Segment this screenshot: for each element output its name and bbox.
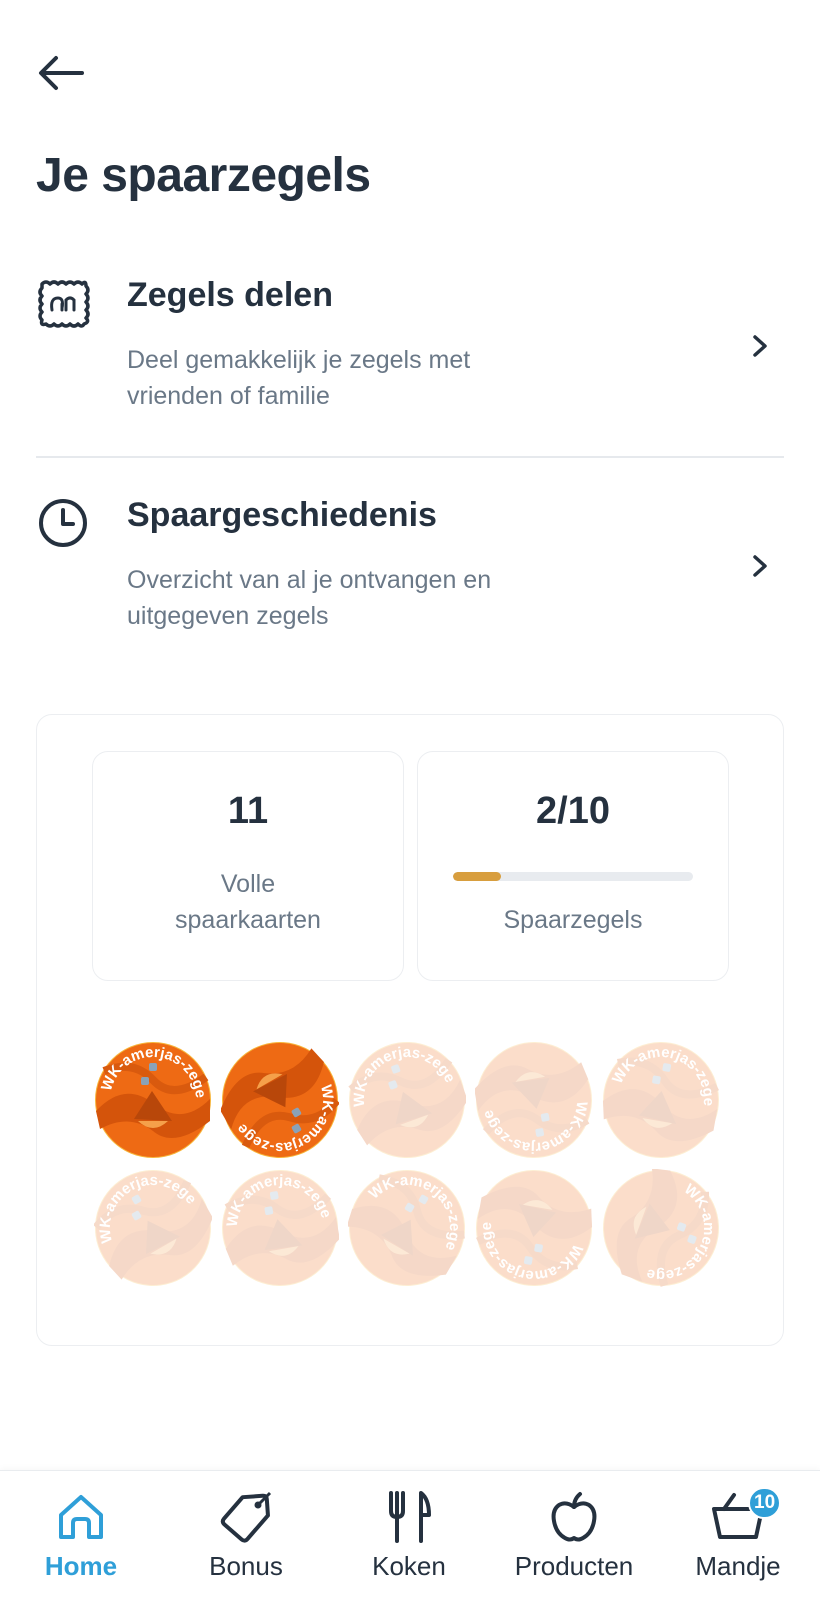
- fork-knife-icon: [389, 1491, 431, 1543]
- divider: [36, 456, 784, 458]
- stamp-empty-slot: [348, 1169, 466, 1287]
- savings-history-description: Overzicht van al je ontvangen en uitgege…: [127, 566, 492, 630]
- tab-mandje[interactable]: 10 Mandje: [658, 1487, 818, 1599]
- stamp-empty-slot: [221, 1169, 339, 1287]
- tab-bonus-label: Bonus: [209, 1551, 283, 1581]
- tag-icon: [220, 1491, 272, 1543]
- full-cards-label-line2: spaarkaarten: [175, 906, 321, 934]
- stamp-collected: [94, 1041, 212, 1159]
- ah-stamp-icon: [38, 280, 90, 328]
- tab-home-label: Home: [44, 1551, 118, 1581]
- cart-count-badge: 10: [748, 1487, 782, 1519]
- stamp-empty-slot: [475, 1169, 593, 1287]
- stamps-stat: 2/10 Spaarzegels: [417, 751, 729, 981]
- full-cards-label-line1: Volle: [220, 870, 276, 898]
- chevron-right-icon: [753, 335, 767, 357]
- stamp-empty-slot: [94, 1169, 212, 1287]
- stamp-collected: [221, 1041, 339, 1159]
- page-title: Je spaarzegels: [36, 149, 371, 202]
- arrow-left-icon: [39, 56, 84, 90]
- share-stamps-description: Deel gemakkelijk je zegels met vrienden …: [127, 346, 471, 410]
- full-cards-stat: 11 Volle spaarkaarten: [92, 751, 404, 981]
- stamps-progress-bar: [453, 872, 693, 881]
- share-stamps-row[interactable]: Zegels delen Deel gemakkelijk je zegels …: [36, 276, 784, 476]
- chevron-right-icon: [753, 555, 767, 577]
- share-stamps-title: Zegels delen: [127, 276, 333, 314]
- stamps-progress-fill: [453, 872, 501, 881]
- tab-koken-label: Koken: [372, 1551, 446, 1581]
- savings-card: 11 Volle spaarkaarten 2/10 Spaarzegels: [36, 714, 784, 1346]
- clock-icon: [39, 499, 87, 547]
- home-icon: [59, 1495, 103, 1539]
- stamp-empty-slot: [348, 1041, 466, 1159]
- full-cards-count: 11: [227, 790, 269, 832]
- stamp-empty-slot: [602, 1169, 720, 1287]
- stamps-count: 2/10: [536, 790, 610, 832]
- apple-icon: [551, 1492, 597, 1542]
- tab-koken[interactable]: Koken: [329, 1489, 489, 1599]
- stamp-empty-slot: [602, 1041, 720, 1159]
- tab-home[interactable]: Home: [1, 1489, 161, 1599]
- back-button[interactable]: [36, 50, 92, 96]
- tab-bonus[interactable]: Bonus: [166, 1489, 326, 1599]
- stamp-empty-slot: [475, 1041, 593, 1159]
- tab-producten-label: Producten: [514, 1551, 634, 1581]
- savings-history-row[interactable]: Spaargeschiedenis Overzicht van al je on…: [36, 496, 784, 696]
- full-cards-label: Volle spaarkaarten: [93, 866, 403, 938]
- tab-mandje-label: Mandje: [695, 1551, 781, 1581]
- bottom-tab-bar: Home Bonus Koken Producten 10 Mandje: [0, 1470, 820, 1601]
- savings-history-title: Spaargeschiedenis: [127, 496, 437, 534]
- tab-producten[interactable]: Producten: [494, 1489, 654, 1599]
- stamps-label: Spaarzegels: [503, 906, 643, 934]
- stamp-grid: [94, 1041, 734, 1287]
